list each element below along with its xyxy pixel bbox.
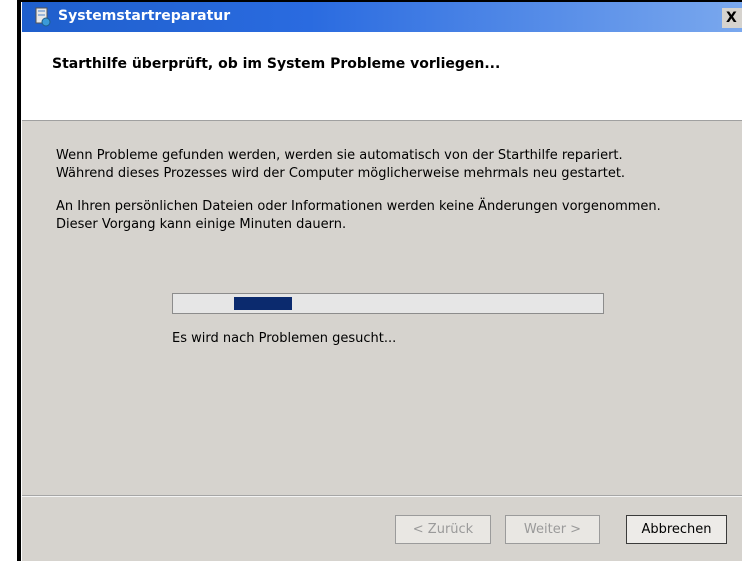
close-button[interactable]: X (722, 8, 742, 28)
page-heading: Starthilfe überprüft, ob im System Probl… (52, 56, 501, 72)
info-paragraph-2: An Ihren persönlichen Dateien oder Infor… (56, 198, 661, 234)
window-left-border (17, 0, 21, 561)
back-button[interactable]: < Zurück (395, 515, 491, 544)
header-panel: Starthilfe überprüft, ob im System Probl… (22, 32, 742, 121)
info-line: An Ihren persönlichen Dateien oder Infor… (56, 199, 661, 214)
status-text: Es wird nach Problemen gesucht... (172, 331, 397, 346)
info-line: Dieser Vorgang kann einige Minuten dauer… (56, 217, 347, 232)
window-title: Systemstartreparatur (58, 8, 231, 24)
info-paragraph-1: Wenn Probleme gefunden werden, werden si… (56, 147, 625, 183)
title-bar[interactable]: Systemstartreparatur X (22, 2, 742, 32)
next-button[interactable]: Weiter > (505, 515, 600, 544)
footer-divider (22, 495, 742, 496)
cancel-button[interactable]: Abbrechen (626, 515, 727, 544)
close-icon: X (726, 10, 737, 26)
system-repair-icon (35, 7, 51, 27)
progress-bar (172, 293, 604, 314)
startup-repair-window: Systemstartreparatur X Starthilfe überpr… (22, 2, 742, 561)
info-line: Wenn Probleme gefunden werden, werden si… (56, 148, 623, 163)
progress-marquee (234, 297, 292, 310)
info-line: Während dieses Prozesses wird der Comput… (56, 166, 626, 181)
